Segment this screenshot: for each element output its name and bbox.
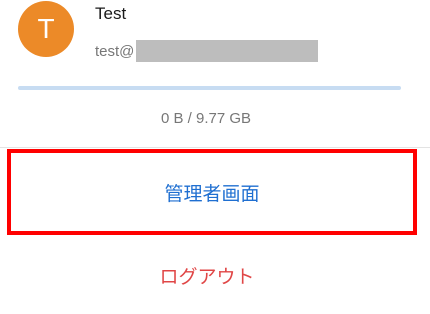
email-prefix: test@ [95, 42, 135, 60]
admin-panel-label: 管理者画面 [164, 182, 260, 205]
email-redaction-block [136, 40, 319, 62]
user-avatar: T [18, 1, 74, 57]
user-name: Test [95, 4, 127, 23]
logout-menu-item[interactable]: ログアウト [0, 240, 414, 310]
storage-usage-bar [18, 86, 401, 90]
admin-panel-menu-item[interactable]: 管理者画面 [7, 149, 417, 235]
logout-label: ログアウト [159, 265, 255, 288]
storage-usage-text: 0 B / 9.77 GB [160, 110, 252, 127]
user-email: test@ [95, 40, 319, 62]
avatar-initial: T [37, 13, 55, 44]
menu-divider [0, 147, 430, 148]
account-dropdown-menu: T Test test@ 0 B / 9.77 GB 管理者画面 ログアウト [0, 0, 430, 314]
